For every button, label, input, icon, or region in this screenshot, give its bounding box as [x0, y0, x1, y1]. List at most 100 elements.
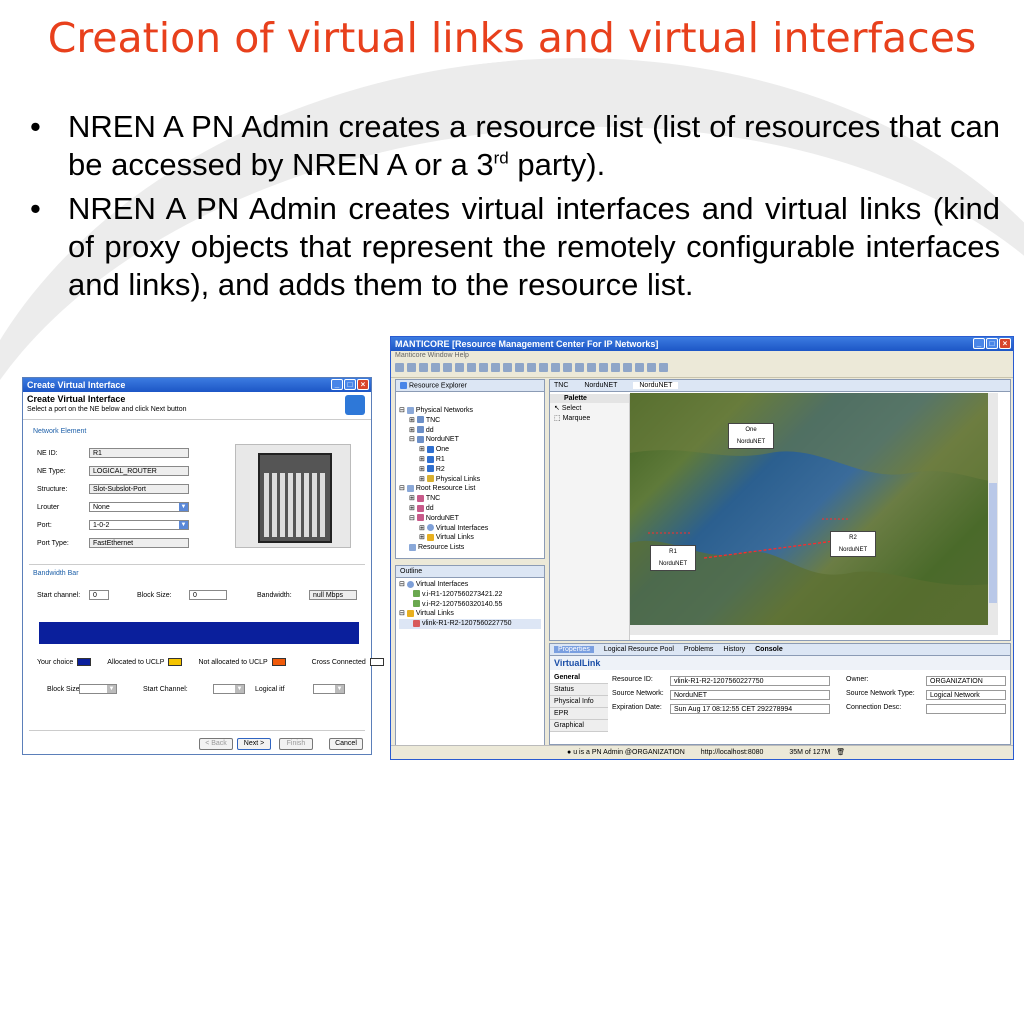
network-map-canvas[interactable]: One NorduNET R1 NorduNET R2 NorduNET	[630, 393, 998, 625]
tree-item[interactable]: ⊟ NorduNET	[399, 514, 541, 524]
side-tab-graphical[interactable]: Graphical	[550, 720, 608, 732]
ne-id-field[interactable]: R1	[89, 448, 189, 458]
chevron-down-icon[interactable]: ▼	[107, 685, 116, 693]
node-r2[interactable]: R2 NorduNET	[830, 531, 876, 557]
tree-item[interactable]: ⊟ NorduNET	[399, 435, 541, 445]
toolbar-icon[interactable]	[443, 363, 452, 372]
toolbar-icon[interactable]	[599, 363, 608, 372]
block-size-field[interactable]: 0	[189, 590, 227, 600]
side-tab-epr[interactable]: EPR	[550, 708, 608, 720]
back-button[interactable]: < Back	[199, 738, 233, 750]
resource-explorer-tab[interactable]: Resource Explorer	[396, 380, 544, 392]
toolbar-icon[interactable]	[503, 363, 512, 372]
bottom-start-channel-select[interactable]: ▼	[213, 684, 245, 694]
map-vertical-scrollbar[interactable]	[988, 393, 998, 625]
toolbar-icon[interactable]	[539, 363, 548, 372]
chevron-down-icon[interactable]: ▼	[179, 503, 188, 511]
close-button[interactable]: ×	[357, 379, 369, 390]
close-button[interactable]: ×	[999, 338, 1011, 349]
minimize-button[interactable]: _	[973, 338, 985, 349]
outline-item[interactable]: ⊟ Virtual Interfaces	[399, 580, 541, 590]
cancel-button[interactable]: Cancel	[329, 738, 363, 750]
toolbar-icon[interactable]	[647, 363, 656, 372]
port-select[interactable]: 1-0-2 ▼	[89, 520, 189, 530]
toolbar-icon[interactable]	[515, 363, 524, 372]
outline-item[interactable]: v.i-R1-1207560273421.22	[399, 590, 541, 600]
toolbar-icon[interactable]	[563, 363, 572, 372]
next-button[interactable]: Next >	[237, 738, 271, 750]
tree-item[interactable]: ⊞ One	[399, 445, 541, 455]
toolbar-icon[interactable]	[491, 363, 500, 372]
toolbar-icon[interactable]	[419, 363, 428, 372]
trash-icon[interactable]: 🗑	[836, 749, 845, 756]
tree-item[interactable]: ⊞ Virtual Links	[399, 533, 541, 543]
side-tab-physical-info[interactable]: Physical Info	[550, 696, 608, 708]
toolbar-icon[interactable]	[395, 363, 404, 372]
tree-item[interactable]: ⊞ dd	[399, 504, 541, 514]
outline-item[interactable]: ⊟ Virtual Links	[399, 609, 541, 619]
palette-marquee[interactable]: ⬚ Marquee	[550, 413, 629, 423]
logical-resource-pool-tab[interactable]: Logical Resource Pool	[604, 646, 674, 653]
node-r1[interactable]: R1 NorduNET	[650, 545, 696, 571]
owner-field[interactable]: ORGANIZATION	[926, 676, 1006, 686]
node-one[interactable]: One NorduNET	[728, 423, 774, 449]
toolbar-icon[interactable]	[611, 363, 620, 372]
dialog-titlebar[interactable]: Create Virtual Interface _ □ ×	[23, 378, 371, 392]
palette-select[interactable]: ↖ Select	[550, 403, 629, 413]
start-channel-field[interactable]: 0	[89, 590, 109, 600]
bandwidth-field[interactable]: null Mbps	[309, 590, 357, 600]
tree-item[interactable]: ⊟ Root Resource List	[399, 484, 541, 494]
manticore-titlebar[interactable]: MANTICORE [Resource Management Center Fo…	[391, 337, 1013, 351]
toolbar-icon[interactable]	[551, 363, 560, 372]
outline-item-selected[interactable]: vlink-R1-R2-1207560227750	[399, 619, 541, 629]
menu-bar[interactable]: Manticore Window Help	[391, 351, 1013, 362]
tree-item[interactable]: ⊞ Virtual Interfaces	[399, 524, 541, 534]
bandwidth-bar[interactable]	[39, 622, 359, 644]
minimize-button[interactable]: _	[331, 379, 343, 390]
chevron-down-icon[interactable]: ▼	[235, 685, 244, 693]
editor-tab[interactable]: NorduNET	[584, 382, 617, 389]
tree-item[interactable]: ⊞ TNC	[399, 494, 541, 504]
chevron-down-icon[interactable]: ▼	[179, 521, 188, 529]
lrouter-select[interactable]: None ▼	[89, 502, 189, 512]
tree-item[interactable]: Resource Lists	[399, 543, 541, 553]
ne-type-field[interactable]: LOGICAL_ROUTER	[89, 466, 189, 476]
source-network-type-field[interactable]: Logical Network	[926, 690, 1006, 700]
toolbar-icon[interactable]	[635, 363, 644, 372]
editor-tab[interactable]: TNC	[554, 382, 568, 389]
map-horizontal-scrollbar[interactable]	[630, 625, 998, 635]
toolbar-icon[interactable]	[407, 363, 416, 372]
chevron-down-icon[interactable]: ▼	[335, 685, 344, 693]
outline-tab[interactable]: Outline	[396, 566, 544, 578]
properties-tab[interactable]: Properties	[554, 646, 594, 653]
tree-item[interactable]: ⊞ R1	[399, 455, 541, 465]
bottom-block-size-select[interactable]: ▼	[79, 684, 117, 694]
problems-tab[interactable]: Problems	[684, 646, 714, 653]
toolbar-icon[interactable]	[455, 363, 464, 372]
structure-field[interactable]: Slot-Subslot-Port	[89, 484, 189, 494]
editor-tab-active[interactable]: NorduNET	[633, 382, 679, 389]
tree-item[interactable]: ⊞ Physical Links	[399, 475, 541, 485]
console-tab[interactable]: Console	[755, 646, 783, 653]
side-tab-general[interactable]: General	[550, 672, 608, 684]
tree-item[interactable]: ⊞ dd	[399, 426, 541, 436]
toolbar-icon[interactable]	[575, 363, 584, 372]
source-network-field[interactable]: NorduNET	[670, 690, 830, 700]
toolbar-icon[interactable]	[467, 363, 476, 372]
side-tab-status[interactable]: Status	[550, 684, 608, 696]
port-type-field[interactable]: FastEthernet	[89, 538, 189, 548]
resource-id-field[interactable]: vlink-R1-R2-1207560227750	[670, 676, 830, 686]
toolbar-icon[interactable]	[431, 363, 440, 372]
connection-desc-field[interactable]	[926, 704, 1006, 714]
expiration-field[interactable]: Sun Aug 17 08:12:55 CET 292278994	[670, 704, 830, 714]
finish-button[interactable]: Finish	[279, 738, 313, 750]
toolbar-icon[interactable]	[587, 363, 596, 372]
tree-item[interactable]: ⊞ R2	[399, 465, 541, 475]
toolbar-icon[interactable]	[659, 363, 668, 372]
logical-itf-select[interactable]: ▼	[313, 684, 345, 694]
tree-item[interactable]: ⊞ TNC	[399, 416, 541, 426]
maximize-button[interactable]: □	[986, 338, 998, 349]
toolbar-icon[interactable]	[623, 363, 632, 372]
outline-item[interactable]: v.i-R2-1207560320140.55	[399, 600, 541, 610]
scroll-thumb[interactable]	[989, 483, 997, 603]
